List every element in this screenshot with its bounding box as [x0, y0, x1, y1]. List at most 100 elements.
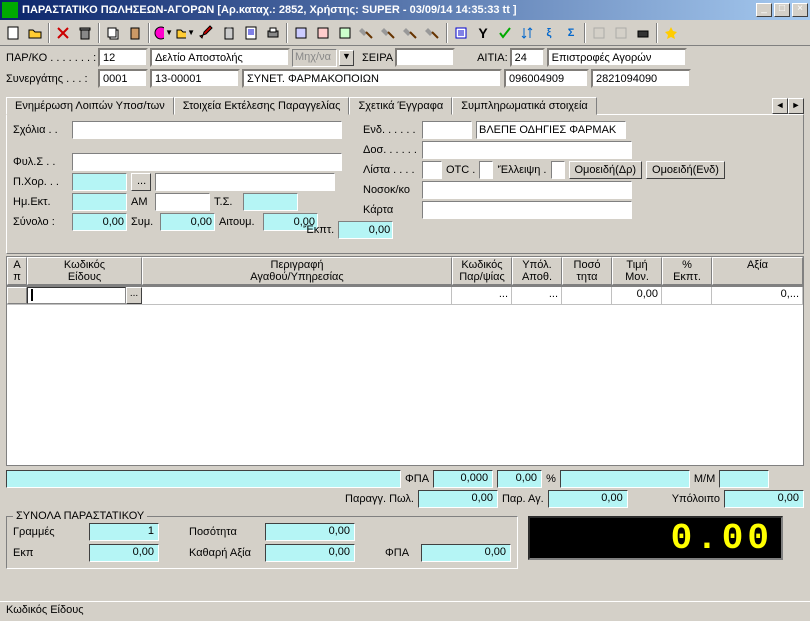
col-axia[interactable]: Αξία — [712, 257, 803, 285]
fyls-input[interactable] — [72, 153, 342, 171]
sigma-icon[interactable]: Σ — [560, 22, 582, 44]
kodikos-lookup[interactable]: ... — [126, 287, 142, 304]
seira-input[interactable] — [395, 48, 455, 67]
lista-input[interactable] — [422, 161, 442, 179]
pxor-lookup[interactable]: ... — [131, 173, 151, 191]
sxolia-input[interactable] — [72, 121, 342, 139]
pct-label: % — [546, 473, 556, 485]
nosokko-input[interactable] — [422, 181, 632, 199]
col-ypol[interactable]: Υπόλ. Αποθ. — [512, 257, 562, 285]
col-kodpar[interactable]: Κωδικός Παρ/ψίας — [452, 257, 512, 285]
delete-icon[interactable] — [52, 22, 74, 44]
tool2-icon[interactable] — [312, 22, 334, 44]
num1-input[interactable] — [504, 69, 589, 88]
window-title: ΠΑΡΑΣΤΑΤΙΚΟ ΠΩΛΗΣΕΩΝ-ΑΓΟΡΩΝ [Αρ.καταχ.: … — [22, 4, 756, 16]
ekpt-label: 'Έκπτ. — [303, 224, 334, 236]
ypoloipo-label: Υπόλοιπο — [672, 493, 720, 505]
deltio-input[interactable] — [150, 48, 290, 67]
list-icon[interactable] — [450, 22, 472, 44]
hammer3-icon[interactable] — [400, 22, 422, 44]
karta-input[interactable] — [422, 201, 632, 219]
tab-scroll-left[interactable]: ◄ — [772, 98, 788, 114]
print2-icon[interactable] — [632, 22, 654, 44]
grid1-icon[interactable] — [588, 22, 610, 44]
grid-body[interactable]: ... ... ... 0,00 0,... — [6, 286, 804, 466]
synet-input[interactable] — [242, 69, 502, 88]
color-icon[interactable]: ▼ — [152, 22, 174, 44]
elleipsi-input[interactable] — [551, 161, 565, 179]
synergatis-code2-input[interactable] — [150, 69, 240, 88]
tab-sxetika[interactable]: Σχετικά Έγγραφα — [349, 97, 452, 115]
pxor-input[interactable] — [72, 173, 127, 191]
table-row[interactable]: ... ... ... 0,00 0,... — [7, 287, 803, 305]
tool1-icon[interactable] — [290, 22, 312, 44]
vlepe-input[interactable] — [476, 121, 626, 139]
omoeidi-dr-button[interactable]: Ομοειδή(Δρ) — [569, 161, 643, 179]
grid2-icon[interactable] — [610, 22, 632, 44]
paste-icon[interactable] — [124, 22, 146, 44]
totals-title: ΣΥΝΟΛΑ ΠΑΡΑΣΤΑΤΙΚΟΥ — [13, 510, 147, 522]
col-ap[interactable]: Α π — [7, 257, 27, 285]
seira-label: ΣΕΙΡΑ — [362, 52, 393, 64]
pencil-icon[interactable] — [196, 22, 218, 44]
tab-stoixeia[interactable]: Στοιχεία Εκτέλεσης Παραγγελίας — [174, 97, 350, 115]
hammer4-icon[interactable] — [422, 22, 444, 44]
printer-icon[interactable] — [262, 22, 284, 44]
fyls-label: Φυλ.Σ . . — [13, 156, 68, 168]
ekpt-input[interactable] — [338, 221, 393, 239]
synergatis-code-input[interactable] — [98, 69, 148, 88]
greek-icon[interactable]: ξ — [538, 22, 560, 44]
clipboard-icon[interactable] — [218, 22, 240, 44]
hammer2-icon[interactable] — [378, 22, 400, 44]
star-icon[interactable] — [660, 22, 682, 44]
synergatis-label: Συνεργάτης . . . : — [6, 73, 96, 85]
copy-icon[interactable] — [102, 22, 124, 44]
end-input[interactable] — [422, 121, 472, 139]
sort-icon[interactable] — [516, 22, 538, 44]
aitia-input[interactable] — [510, 48, 545, 67]
ts-input[interactable] — [243, 193, 298, 211]
hammer1-icon[interactable] — [356, 22, 378, 44]
posotita-label: Ποσότητα — [189, 526, 259, 538]
fpa2-label: ΦΠΑ — [385, 547, 415, 559]
col-perigrafi[interactable]: Περιγραφή Αγαθού/Υπηρεσίας — [142, 257, 452, 285]
tool3-icon[interactable] — [334, 22, 356, 44]
otc-input[interactable] — [479, 161, 493, 179]
tab-sympliromatika[interactable]: Συμπληρωματικά στοιχεία — [452, 97, 597, 115]
hmekt-input[interactable] — [72, 193, 127, 211]
aitia-label: ΑΙΤΙΑ: — [477, 52, 508, 64]
maximize-button[interactable]: □ — [774, 3, 790, 17]
mm-value — [719, 470, 769, 488]
dos-input[interactable] — [422, 141, 632, 159]
aitoum-label: Αιτουμ. — [219, 216, 259, 228]
folder-icon[interactable]: ▼ — [174, 22, 196, 44]
tab-enimerosi[interactable]: Ενημέρωση Λοιπών Υποσ/των — [6, 97, 174, 115]
epistrofes-input[interactable] — [547, 48, 687, 67]
am-input[interactable] — [155, 193, 210, 211]
parko-input[interactable] — [98, 48, 148, 67]
titlebar: ΠΑΡΑΣΤΑΤΙΚΟ ΠΩΛΗΣΕΩΝ-ΑΓΟΡΩΝ [Αρ.καταχ.: … — [0, 0, 810, 20]
posotita-value: 0,00 — [265, 523, 355, 541]
col-kodikos[interactable]: Κωδικός Είδους — [27, 257, 142, 285]
tab-scroll-right[interactable]: ► — [788, 98, 804, 114]
minimize-button[interactable]: _ — [756, 3, 772, 17]
open-icon[interactable] — [24, 22, 46, 44]
status-text: Κωδικός Είδους — [6, 604, 84, 616]
synolo-input[interactable] — [72, 213, 127, 231]
check-icon[interactable] — [494, 22, 516, 44]
otc-label: OTC . — [446, 164, 475, 176]
mhx-dropdown[interactable]: ▼ — [339, 50, 354, 66]
doc-icon[interactable] — [240, 22, 262, 44]
col-timi[interactable]: Τιμή Μον. — [612, 257, 662, 285]
trash-icon[interactable] — [74, 22, 96, 44]
nosokko-label: Νοσοκ/κο — [363, 184, 418, 196]
pxor-desc[interactable] — [155, 173, 335, 191]
new-icon[interactable] — [2, 22, 24, 44]
sym-input[interactable] — [160, 213, 215, 231]
close-button[interactable]: × — [792, 3, 808, 17]
col-poso[interactable]: Ποσό τητα — [562, 257, 612, 285]
omoeidi-end-button[interactable]: Ομοειδή(Ενδ) — [646, 161, 725, 179]
col-pekpt[interactable]: % Εκπτ. — [662, 257, 712, 285]
num2-input[interactable] — [591, 69, 691, 88]
y-icon[interactable]: Y — [472, 22, 494, 44]
